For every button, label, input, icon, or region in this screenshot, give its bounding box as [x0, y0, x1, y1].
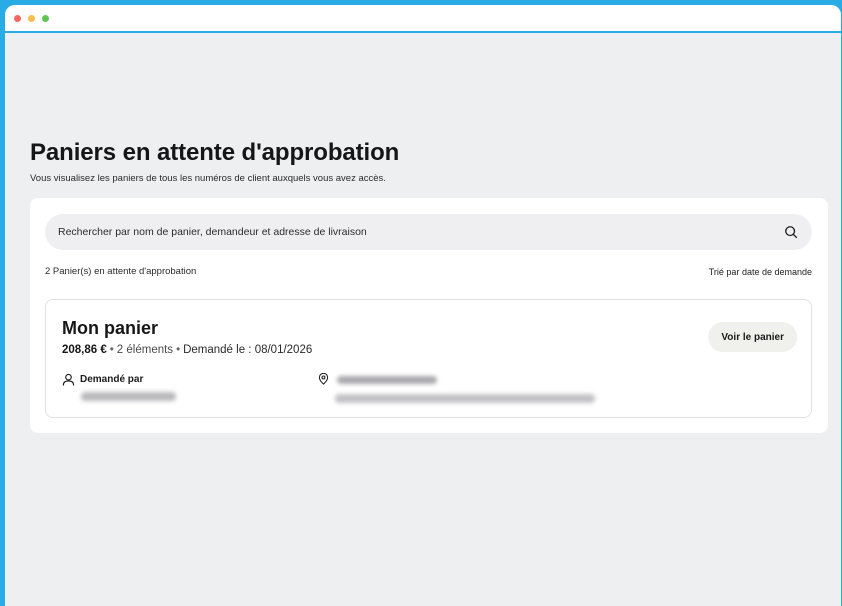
browser-window: Paniers en attente d'approbation Vous vi…: [5, 5, 841, 606]
close-window-button[interactable]: [14, 14, 21, 22]
pending-count: 2 Panier(s) en attente d'approbation: [45, 266, 197, 277]
address-line-redacted: [335, 394, 595, 403]
results-info-row: 2 Panier(s) en attente d'approbation Tri…: [45, 266, 812, 277]
view-cart-button[interactable]: Voir le panier: [708, 322, 797, 352]
page-title: Paniers en attente d'approbation: [30, 139, 400, 166]
location-pin-icon: [318, 373, 329, 385]
search-input[interactable]: Rechercher par nom de panier, demandeur …: [45, 214, 812, 250]
cart-request-date: Demandé le : 08/01/2026: [183, 344, 313, 356]
meta-separator: •: [109, 344, 114, 356]
cart-price: 208,86 €: [62, 344, 107, 356]
page-subtitle: Vous visualisez les paniers de tous les …: [30, 173, 386, 184]
pending-carts-panel: Rechercher par nom de panier, demandeur …: [30, 198, 828, 433]
meta-separator: •: [176, 344, 181, 356]
address-name-redacted: [337, 375, 437, 384]
delivery-address-block: [318, 373, 595, 403]
minimize-window-button[interactable]: [28, 14, 35, 22]
cart-meta: 208,86 € • 2 éléments • Demandé le : 08/…: [62, 344, 312, 356]
person-icon: [62, 373, 75, 386]
window-titlebar: [5, 5, 841, 33]
requester-block: Demandé par: [62, 373, 176, 401]
search-icon[interactable]: [784, 225, 798, 239]
search-placeholder: Rechercher par nom de panier, demandeur …: [58, 226, 367, 238]
cart-item-count: 2 éléments: [116, 344, 174, 356]
sort-label: Trié par date de demande: [708, 266, 812, 277]
requested-by-label: Demandé par: [80, 374, 144, 385]
cart-name: Mon panier: [62, 318, 159, 338]
requester-name-redacted: [81, 392, 176, 401]
cart-card: Mon panier 208,86 € • 2 éléments • Deman…: [45, 299, 812, 418]
maximize-window-button[interactable]: [42, 14, 49, 22]
